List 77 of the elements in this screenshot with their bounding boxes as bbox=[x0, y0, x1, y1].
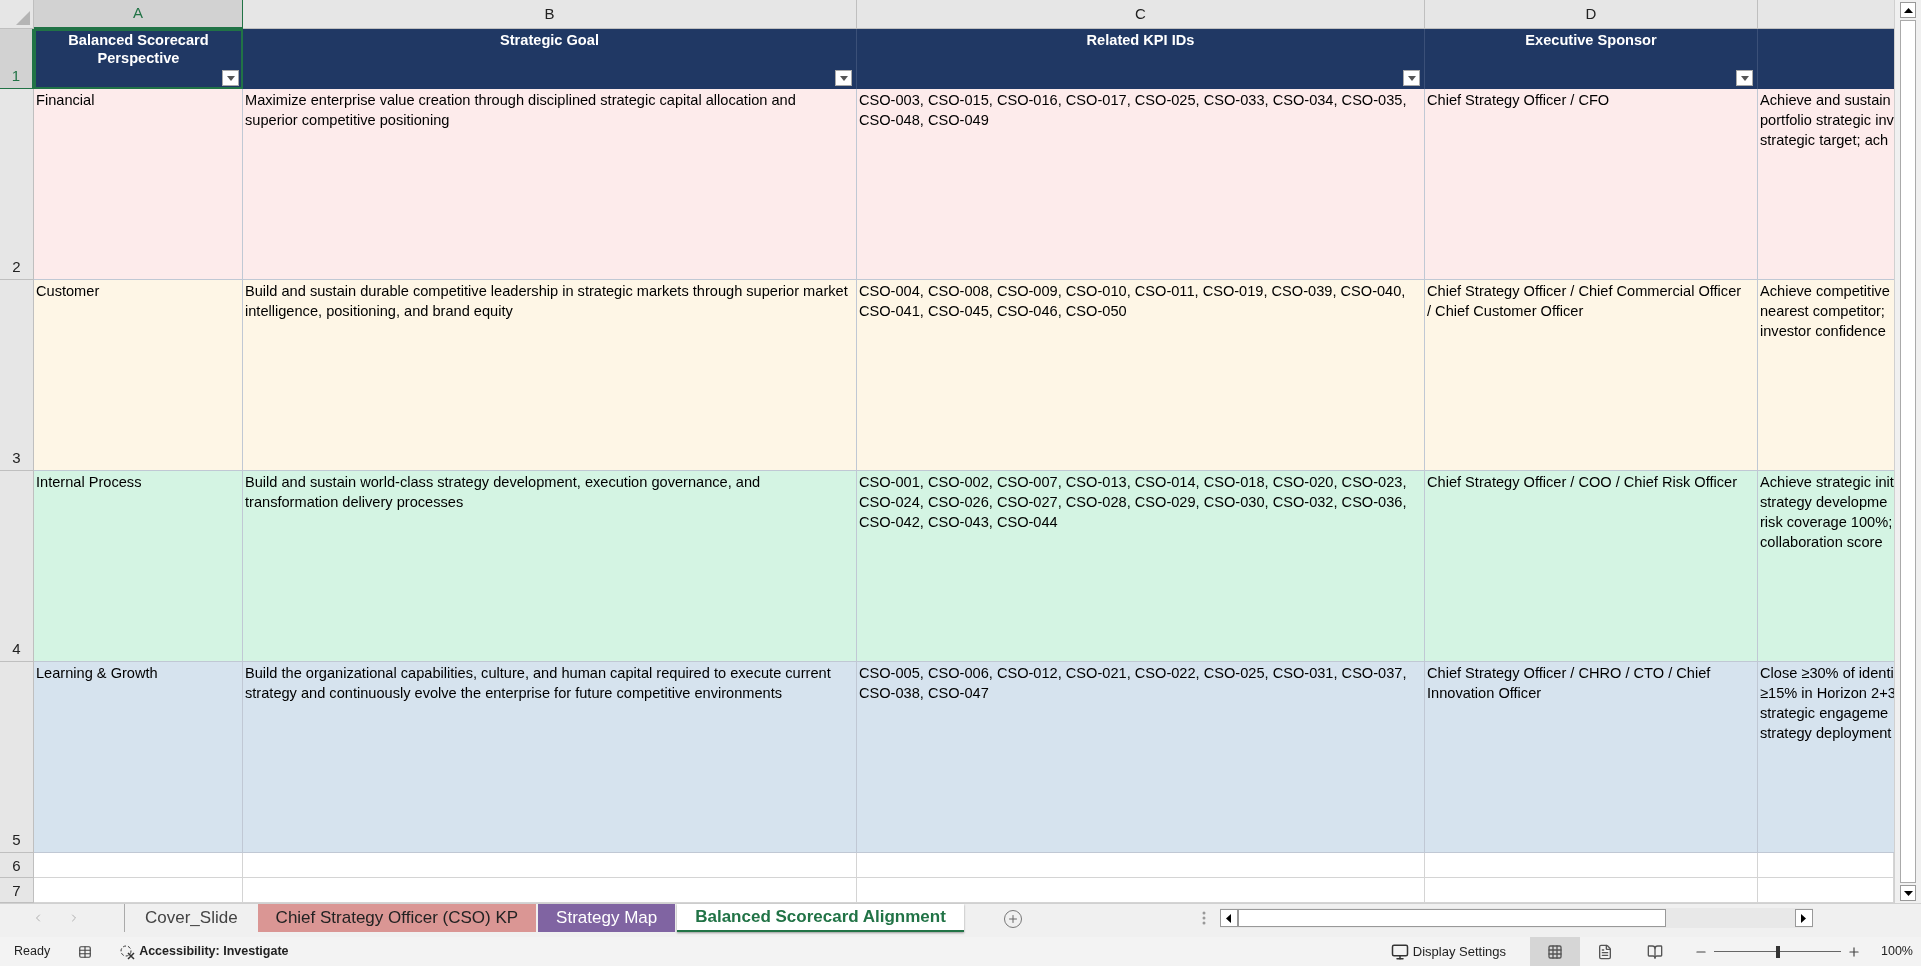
zoom-slider-thumb[interactable] bbox=[1775, 945, 1780, 958]
table-cell-text: Build and sustain world-class strategy development, execution governance, and transformation delivery processes bbox=[245, 473, 762, 512]
corner-triangle-icon bbox=[16, 11, 30, 25]
table-cell-line: Achieve and sustain bbox=[1760, 91, 1891, 110]
table-cell-line: collaboration score bbox=[1760, 533, 1883, 552]
status-mode: Ready bbox=[14, 943, 51, 961]
zoom-in-icon[interactable] bbox=[1847, 944, 1861, 959]
table-cell-line: portfolio strategic inv bbox=[1760, 111, 1894, 130]
table-cell-text: Chief Strategy Officer / CFO bbox=[1427, 91, 1611, 110]
table-cell-text: CSO-003, CSO-015, CSO-016, CSO-017, CSO-025, CSO-033, CSO-034, CSO-035, CSO-048, CSO-049 bbox=[859, 91, 1408, 130]
normal-view-button[interactable] bbox=[1530, 937, 1580, 966]
caret-icon bbox=[226, 75, 235, 81]
sheet-tab[interactable]: Strategy Map bbox=[538, 904, 676, 932]
table-cell-text: Chief Strategy Officer / Chief Commercial Officer / Chief Customer Officer bbox=[1427, 282, 1743, 321]
table-cell-text: Chief Strategy Officer / CHRO / CTO / Chief Innovation Officer bbox=[1427, 664, 1712, 703]
table-cell-text: Chief Strategy Officer / COO / Chief Risk Officer bbox=[1427, 473, 1739, 492]
table-cell-text: Build and sustain durable competitive leadership in strategic markets through superior market intelligence, positioning, and brand equity bbox=[245, 282, 848, 321]
table-cell-text: Maximize enterprise value creation through disciplined strategic capital allocation and superior competitive positioning bbox=[245, 91, 797, 130]
page-icon bbox=[1597, 943, 1613, 960]
header-cell-text: Strategic Goal bbox=[499, 31, 600, 49]
header-cell-text: Related KPI IDs bbox=[1085, 31, 1196, 49]
table-cell-line: strategy developme bbox=[1760, 493, 1888, 512]
filter-button[interactable] bbox=[1403, 70, 1420, 86]
splitter-handle-icon[interactable] bbox=[1201, 910, 1206, 926]
row-header[interactable]: 2 bbox=[0, 89, 34, 280]
header-cell-text: Balanced Scorecard Perspective bbox=[67, 31, 210, 67]
column-header[interactable]: B bbox=[243, 0, 857, 29]
table-cell-text: CSO-004, CSO-008, CSO-009, CSO-010, CSO-011, CSO-019, CSO-039, CSO-040, CSO-041, CSO-045, CSO-046, CSO-050 bbox=[859, 282, 1407, 321]
table-cell-line: Achieve competitive bbox=[1760, 282, 1890, 301]
table-cell-line: Close ≥30% of identi bbox=[1760, 664, 1894, 683]
table-cell-text: CSO-001, CSO-002, CSO-007, CSO-013, CSO-014, CSO-018, CSO-020, CSO-023, CSO-024, CSO-026, CSO-027, CSO-028, CSO-029, CSO-030, CSO-032, CSO-036, CSO-042, CSO-043, CSO-044 bbox=[859, 473, 1408, 532]
table-cell-line: nearest competitor; bbox=[1760, 302, 1885, 321]
table-cell-text: Financial bbox=[36, 91, 96, 110]
table-cell-line: Achieve strategic init bbox=[1760, 473, 1894, 492]
grid-icon bbox=[1547, 943, 1563, 960]
table-cell-line: strategic engageme bbox=[1760, 704, 1889, 723]
column-header[interactable]: C bbox=[857, 0, 1425, 29]
table-cell-text: Learning & Growth bbox=[36, 664, 159, 683]
row-header[interactable]: 6 bbox=[0, 853, 34, 878]
horizontal-scrollbar[interactable] bbox=[1219, 908, 1813, 928]
plus-icon bbox=[1006, 913, 1019, 925]
display-settings-button[interactable]: Display Settings bbox=[1412, 941, 1506, 962]
caret-icon bbox=[839, 75, 848, 81]
zoom-level[interactable]: 100% bbox=[1881, 942, 1913, 961]
filter-button[interactable] bbox=[222, 70, 239, 86]
left-arrow-icon[interactable] bbox=[1226, 913, 1232, 923]
book-icon bbox=[1647, 943, 1663, 960]
sheet-tab[interactable]: Chief Strategy Officer (CSO) KP bbox=[257, 904, 537, 932]
filter-button[interactable] bbox=[1736, 70, 1753, 86]
row-header[interactable]: 5 bbox=[0, 662, 34, 853]
table-cell-line: strategic target; ach bbox=[1760, 131, 1889, 150]
table-cell-text: Build the organizational capabilities, culture, and human capital required to execute current strategy and continuously evolve the enterprise for future competitive environments bbox=[245, 664, 832, 703]
sheet-tab[interactable]: Balanced Scorecard Alignment bbox=[677, 904, 964, 932]
right-arrow-icon[interactable] bbox=[1801, 913, 1807, 923]
row-header[interactable]: 3 bbox=[0, 280, 34, 471]
table-cell-line: investor confidence bbox=[1760, 322, 1886, 341]
table-cell-line: strategy deployment bbox=[1760, 724, 1892, 743]
table-cell-line: risk coverage 100%; bbox=[1760, 513, 1893, 532]
column-header[interactable]: A bbox=[34, 0, 243, 29]
column-header[interactable]: D bbox=[1425, 0, 1758, 29]
table-cell-text: Customer bbox=[36, 282, 101, 301]
table-cell-text: Internal Process bbox=[36, 473, 143, 492]
down-arrow-icon[interactable] bbox=[1903, 890, 1913, 896]
filter-button[interactable] bbox=[835, 70, 852, 86]
caret-icon bbox=[1740, 75, 1749, 81]
accessibility-status[interactable]: Accessibility: Investigate bbox=[139, 942, 289, 961]
row-header[interactable]: 1 bbox=[0, 29, 34, 89]
row-header[interactable]: 7 bbox=[0, 878, 34, 903]
caret-icon bbox=[1407, 75, 1416, 81]
up-arrow-icon[interactable] bbox=[1903, 7, 1913, 13]
sheet-tab[interactable]: Cover_Slide bbox=[127, 904, 256, 932]
display-settings-icon[interactable] bbox=[1390, 942, 1409, 961]
accessibility-icon bbox=[119, 943, 138, 960]
table-cell-text: CSO-005, CSO-006, CSO-012, CSO-021, CSO-022, CSO-025, CSO-031, CSO-037, CSO-038, CSO-047 bbox=[859, 664, 1408, 703]
vertical-scrollbar[interactable] bbox=[1894, 0, 1921, 903]
row-header[interactable]: 4 bbox=[0, 471, 34, 662]
header-cell-text: Executive Sponsor bbox=[1524, 31, 1658, 49]
